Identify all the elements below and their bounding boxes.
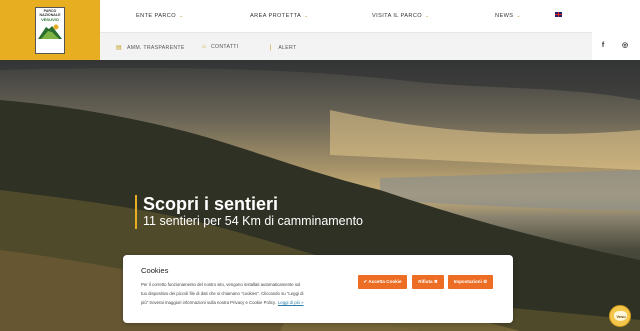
hero-title: Scopri i sentieri [143, 194, 279, 214]
volcano-icon [38, 24, 62, 39]
facebook-icon[interactable]: f [592, 32, 614, 60]
chevron-down-icon: ⌄ [178, 13, 184, 19]
nav-ente-parco[interactable]: ENTE PARCO ⌄ [136, 13, 184, 19]
settings-button[interactable]: Impostazioni ⚙ [448, 275, 493, 289]
nav-news[interactable]: NEWS ⌄ [495, 13, 521, 19]
accept-cookie-button[interactable]: ✔ Accetta Cookie [358, 275, 407, 289]
link-contatti[interactable]: ⌂ CONTATTI [202, 44, 239, 50]
nav-label: NEWS [495, 13, 514, 19]
chevron-down-icon: ⌄ [304, 13, 309, 19]
nav-visita-il-parco[interactable]: VISITA IL PARCO ⌄ [372, 13, 430, 19]
secondary-nav: ▤ AMM. TRASPARENTE ⌂ CONTATTI ❘ ALERT [100, 32, 592, 60]
mascot-chat-icon[interactable]: Vesù [609, 305, 631, 327]
main-nav: ENTE PARCO ⌄ AREA PROTETTA ⌄ VISITA IL PAR… [100, 0, 640, 32]
reject-button[interactable]: Rifiuta ✖ [412, 275, 444, 289]
cookie-title: Cookies [141, 266, 169, 275]
hero-subtitle: 11 sentieri per 54 Km di camminamento [143, 214, 364, 228]
site-header: PARCO NAZIONALE VESUVIO ENTE PARCO ⌄ AREA… [0, 0, 640, 60]
read-more-link[interactable]: Leggi di più » [278, 300, 304, 305]
nav-label: VISITA IL PARCO [372, 13, 423, 19]
logo-area: PARCO NAZIONALE VESUVIO [0, 0, 100, 60]
logo-text-vesuvio: VESUVIO [41, 17, 59, 22]
link-alert[interactable]: ❘ ALERT [268, 44, 296, 51]
nav-label: AREA PROTETTA [250, 13, 302, 19]
chevron-down-icon: ⌄ [425, 13, 430, 19]
sub-label: CONTATTI [210, 44, 239, 50]
park-logo[interactable]: PARCO NAZIONALE VESUVIO [35, 7, 65, 54]
nav-label: ENTE PARCO [136, 13, 176, 19]
cookie-text: Per il corretto funzionamento del nostro… [141, 280, 306, 307]
sub-label: AMM. TRASPARENTE [126, 45, 185, 51]
nav-area-protetta[interactable]: AREA PROTETTA ⌄ [250, 13, 309, 19]
sub-label: ALERT [278, 45, 297, 51]
document-icon: ▤ [116, 45, 122, 51]
link-amm-trasparente[interactable]: ▤ AMM. TRASPARENTE [116, 44, 185, 51]
instagram-icon[interactable]: ◎ [614, 32, 636, 60]
mascot-label: Vesù [616, 314, 626, 319]
cookie-banner: Cookies Per il corretto funzionamento de… [123, 255, 513, 323]
home-icon: ⌂ [202, 44, 206, 50]
alert-icon: ❘ [268, 45, 274, 51]
uk-flag-icon[interactable] [555, 12, 562, 17]
hero-caption: Scopri i sentieri 11 sentieri per 54 Km … [135, 195, 363, 229]
chevron-down-icon: ⌄ [516, 13, 521, 19]
